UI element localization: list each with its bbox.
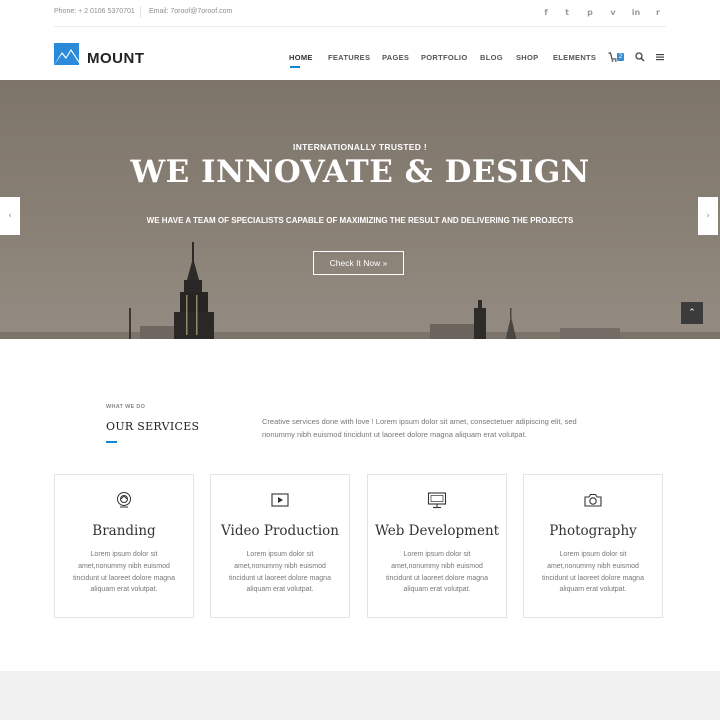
service-card-text: Lorem ipsum dolor sit amet,nonummy nibh … xyxy=(73,551,175,594)
hero-title: WE INNOVATE & DESIGN xyxy=(130,154,590,190)
monitor-icon xyxy=(427,492,447,509)
nav-elements[interactable]: ELEMENTS xyxy=(553,53,596,62)
phone-text: Phone: + 2 0106 5370701 xyxy=(54,8,135,15)
topbar-divider-line xyxy=(54,26,666,27)
video-play-icon xyxy=(271,493,289,507)
hero-bottom-edge xyxy=(0,339,720,351)
vimeo-icon[interactable]: v xyxy=(606,5,620,19)
topbar-divider xyxy=(140,6,141,18)
service-card-title: Web Development xyxy=(374,523,500,539)
branding-icon xyxy=(117,492,131,508)
services-description: Creative services done with love ! Lorem… xyxy=(262,417,577,439)
service-card-branding[interactable]: Branding Lorem ipsum dolor sit amet,nonu… xyxy=(54,474,194,618)
hero-subtitle: WE HAVE A TEAM OF SPECIALISTS CAPABLE OF… xyxy=(146,216,574,225)
nav-features[interactable]: FEATURES xyxy=(328,53,370,62)
service-card-photography[interactable]: Photography Lorem ipsum dolor sit amet,n… xyxy=(523,474,663,618)
service-card-title: Photography xyxy=(549,523,637,539)
nav-home[interactable]: HOME xyxy=(289,53,313,62)
slider-next-button[interactable]: › xyxy=(698,197,718,235)
hero-slider: INTERNATIONALLY TRUSTED ! WE INNOVATE & … xyxy=(0,80,720,350)
service-card-text: Lorem ipsum dolor sit amet,nonummy nibh … xyxy=(386,551,488,594)
nav-blog[interactable]: BLOG xyxy=(480,53,503,62)
pinterest-icon[interactable]: p xyxy=(583,5,597,19)
city-skyline-image xyxy=(0,80,720,350)
email-link[interactable]: Email: 7oroof@7oroof.com xyxy=(149,8,232,15)
services-title: OUR SERVICES xyxy=(106,420,200,433)
hero-kicker: INTERNATIONALLY TRUSTED ! xyxy=(293,142,427,152)
facebook-icon[interactable]: f xyxy=(539,5,553,19)
services-title-underline xyxy=(106,441,117,443)
nav-pages[interactable]: PAGES xyxy=(382,53,409,62)
scroll-to-top-button[interactable]: ⌃ xyxy=(681,302,703,324)
service-card-text: Lorem ipsum dolor sit amet,nonummy nibh … xyxy=(542,551,644,594)
top-bar: Phone: + 2 0106 5370701 Email: 7oroof@7o… xyxy=(0,0,720,26)
service-card-title: Video Production xyxy=(220,523,339,539)
linkedin-icon[interactable]: in xyxy=(629,5,643,19)
nav-shop[interactable]: SHOP xyxy=(516,53,538,62)
service-card-video-production[interactable]: Video Production Lorem ipsum dolor sit a… xyxy=(210,474,350,618)
camera-icon xyxy=(584,493,602,507)
check-it-now-button[interactable]: Check It Now » xyxy=(313,251,404,275)
service-card-title: Branding xyxy=(92,523,156,539)
next-section-band xyxy=(0,671,720,720)
service-card-web-development[interactable]: Web Development Lorem ipsum dolor sit am… xyxy=(367,474,507,618)
services-kicker: WHAT WE DO xyxy=(106,404,146,410)
slider-prev-button[interactable]: ‹ xyxy=(0,197,20,235)
twitter-icon[interactable]: t xyxy=(560,5,574,19)
nav-portfolio[interactable]: PORTFOLIO xyxy=(421,53,467,62)
menu-icon[interactable] xyxy=(655,52,665,62)
cart-count-badge: 2 xyxy=(617,53,624,61)
nav-active-indicator xyxy=(290,66,300,68)
search-icon[interactable] xyxy=(635,52,645,62)
logo-text[interactable]: MOUNT xyxy=(87,50,145,67)
service-card-text: Lorem ipsum dolor sit amet,nonummy nibh … xyxy=(229,551,331,594)
mountain-logo-icon[interactable] xyxy=(54,43,79,65)
rss-icon[interactable]: r xyxy=(651,5,665,19)
